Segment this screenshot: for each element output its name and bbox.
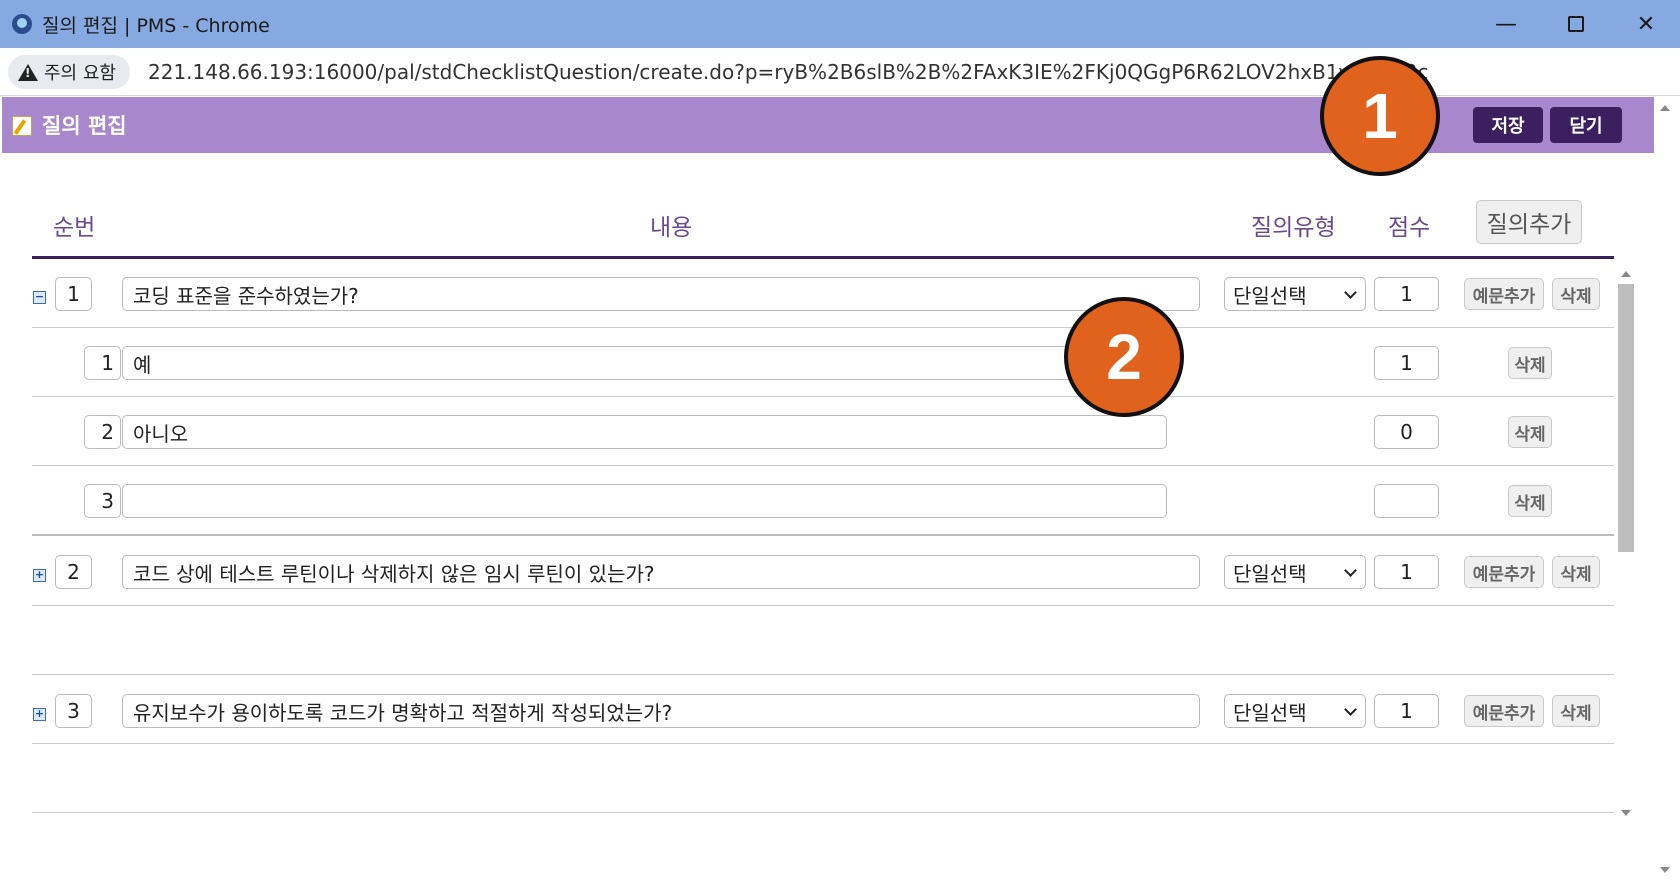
question-score-field[interactable]: 1 [1374, 694, 1439, 728]
callout-marker-2: 2 [1064, 297, 1184, 417]
answer-seq-field[interactable]: 3 [84, 484, 121, 518]
collapse-icon[interactable]: − [33, 291, 46, 304]
security-warning-chip[interactable]: 주의 요함 [8, 55, 130, 89]
expand-icon[interactable]: + [33, 569, 46, 582]
maximize-icon [1568, 16, 1584, 32]
question-seq-field[interactable]: 1 [55, 277, 92, 311]
expand-icon[interactable]: + [33, 708, 46, 721]
row-divider [32, 812, 1614, 813]
list-scrollbar[interactable] [1616, 266, 1636, 822]
maximize-button[interactable] [1546, 6, 1606, 42]
close-button[interactable]: 닫기 [1550, 107, 1622, 143]
close-window-button[interactable]: ✕ [1616, 6, 1676, 42]
delete-answer-button[interactable]: 삭제 [1508, 485, 1552, 517]
column-header-type: 질의유형 [1251, 215, 1336, 241]
row-divider [32, 605, 1614, 606]
chevron-down-icon [1344, 703, 1357, 716]
warning-icon [18, 63, 38, 81]
column-header-score: 점수 [1388, 215, 1431, 241]
delete-question-button[interactable]: 삭제 [1552, 695, 1600, 727]
answer-text-field[interactable]: 아니오 [122, 415, 1167, 449]
scroll-up-icon[interactable] [1660, 105, 1670, 111]
answer-text-field[interactable]: 예 [122, 346, 1167, 380]
add-example-button[interactable]: 예문추가 [1464, 556, 1544, 588]
add-question-button[interactable]: 질의추가 [1476, 200, 1582, 244]
question-type-value: 단일선택 [1233, 700, 1307, 725]
answer-seq-field[interactable]: 1 [84, 346, 121, 380]
question-type-select[interactable]: 단일선택 [1224, 277, 1366, 311]
answer-seq-field[interactable]: 2 [84, 415, 121, 449]
question-score-field[interactable]: 1 [1374, 555, 1439, 589]
delete-answer-button[interactable]: 삭제 [1508, 416, 1552, 448]
question-text-field[interactable]: 코드 상에 테스트 루틴이나 삭제하지 않은 임시 루틴이 있는가? [122, 555, 1200, 589]
row-divider [32, 534, 1614, 536]
delete-question-button[interactable]: 삭제 [1552, 556, 1600, 588]
row-divider [32, 743, 1614, 744]
question-type-select[interactable]: 단일선택 [1224, 694, 1366, 728]
answer-score-field[interactable]: 0 [1374, 415, 1439, 449]
page-title: 질의 편집 [42, 114, 127, 138]
minimize-button[interactable]: — [1476, 6, 1536, 42]
scroll-down-icon[interactable] [1660, 867, 1670, 873]
callout-marker-1: 1 [1320, 56, 1440, 176]
chevron-down-icon [1344, 564, 1357, 577]
header-divider [32, 256, 1614, 259]
window-titlebar: 질의 편집 | PMS - Chrome — ✕ [0, 0, 1680, 48]
window-title: 질의 편집 | PMS - Chrome [42, 14, 270, 37]
delete-answer-button[interactable]: 삭제 [1508, 347, 1552, 379]
page-scrollbar[interactable] [1648, 97, 1680, 883]
url-text[interactable]: 221.148.66.193:16000/pal/stdChecklistQue… [148, 60, 1428, 84]
question-seq-field[interactable]: 3 [55, 694, 92, 728]
save-button[interactable]: 저장 [1473, 107, 1543, 143]
question-seq-field[interactable]: 2 [55, 555, 92, 589]
chevron-down-icon [1344, 286, 1357, 299]
row-divider [32, 465, 1614, 466]
column-header-seq: 순번 [53, 215, 96, 241]
delete-question-button[interactable]: 삭제 [1552, 278, 1600, 310]
list-scroll-down-icon[interactable] [1621, 810, 1631, 816]
app-icon [12, 14, 32, 34]
add-example-button[interactable]: 예문추가 [1464, 278, 1544, 310]
answer-text-field[interactable] [122, 484, 1167, 518]
question-type-select[interactable]: 단일선택 [1224, 555, 1366, 589]
list-scroll-up-icon[interactable] [1621, 271, 1631, 277]
security-warning-label: 주의 요함 [44, 63, 116, 84]
add-example-button[interactable]: 예문추가 [1464, 695, 1544, 727]
question-text-field[interactable]: 코딩 표준을 준수하였는가? [122, 277, 1200, 311]
question-type-value: 단일선택 [1233, 561, 1307, 586]
row-divider [32, 674, 1614, 675]
list-scroll-thumb[interactable] [1618, 284, 1634, 552]
question-text-field[interactable]: 유지보수가 용이하도록 코드가 명확하고 적절하게 작성되었는가? [122, 694, 1200, 728]
edit-icon [12, 116, 32, 136]
row-divider [32, 396, 1614, 397]
question-score-field[interactable]: 1 [1374, 277, 1439, 311]
column-header-content: 내용 [650, 215, 693, 241]
answer-score-field[interactable]: 1 [1374, 346, 1439, 380]
answer-score-field[interactable] [1374, 484, 1439, 518]
row-divider [32, 327, 1614, 328]
question-type-value: 단일선택 [1233, 283, 1307, 308]
